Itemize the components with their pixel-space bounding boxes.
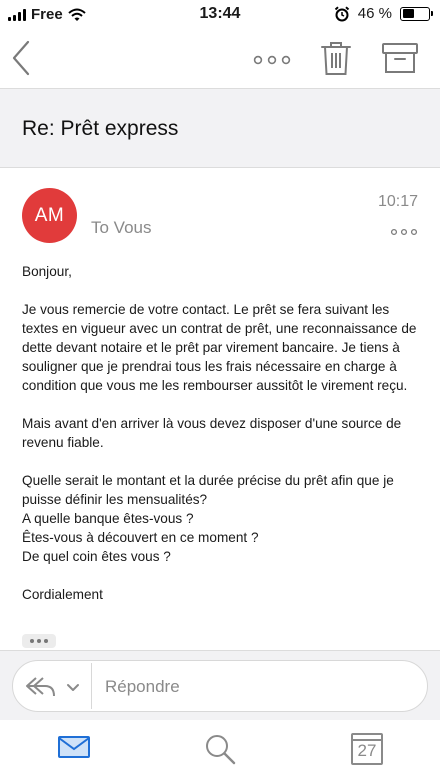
calendar-tab[interactable]: 27: [350, 730, 384, 766]
body-question-2: A quelle banque êtes-vous ?: [22, 511, 194, 526]
status-right: 46 %: [334, 5, 433, 22]
recipient-label[interactable]: To Vous: [91, 218, 152, 238]
chevron-down-icon[interactable]: [65, 679, 81, 695]
reply-divider: [91, 663, 92, 709]
top-nav: [0, 30, 440, 88]
email-subject: Re: Prêt express: [22, 117, 179, 140]
body-greeting: Bonjour,: [22, 264, 72, 279]
tab-bar: 27: [0, 720, 440, 781]
mail-tab-icon[interactable]: [57, 732, 91, 762]
body-question-1: Quelle serait le montant et la durée pré…: [22, 473, 394, 507]
battery-icon: [400, 6, 433, 21]
avatar[interactable]: AM: [22, 188, 77, 243]
calendar-day: 27: [357, 741, 377, 760]
trash-icon[interactable]: [318, 38, 354, 78]
body-question-3: Êtes-vous à découvert en ce moment ?: [22, 530, 259, 545]
message-time: 10:17: [377, 193, 418, 210]
body-paragraph-2: Mais avant d'en arriver là vous devez di…: [22, 416, 402, 450]
avatar-initials: AM: [34, 204, 65, 226]
subject-bar: Re: Prêt express: [0, 88, 440, 168]
archive-icon[interactable]: [380, 40, 420, 76]
reply-placeholder[interactable]: Répondre: [105, 677, 180, 697]
body-signoff: Cordialement: [22, 587, 103, 602]
more-icon[interactable]: [250, 48, 294, 72]
body-question-4: De quel coin êtes vous ?: [22, 549, 171, 564]
search-tab-icon[interactable]: [203, 732, 237, 766]
back-icon[interactable]: [8, 36, 38, 80]
alarm-icon: [334, 5, 349, 21]
battery-percent: 46 %: [357, 5, 392, 22]
status-bar: Free 13:44 46 %: [0, 0, 440, 30]
message-more-icon[interactable]: [390, 227, 418, 237]
reply-bar: Répondre: [0, 650, 440, 720]
body-paragraph-1: Je vous remercie de votre contact. Le pr…: [22, 302, 417, 393]
show-quoted-text-button[interactable]: [22, 634, 56, 648]
reply-field[interactable]: Répondre: [12, 660, 428, 712]
battery-fill: [402, 9, 414, 18]
message-body: Bonjour, Je vous remercie de votre conta…: [22, 262, 422, 604]
reply-icon[interactable]: [23, 672, 59, 702]
